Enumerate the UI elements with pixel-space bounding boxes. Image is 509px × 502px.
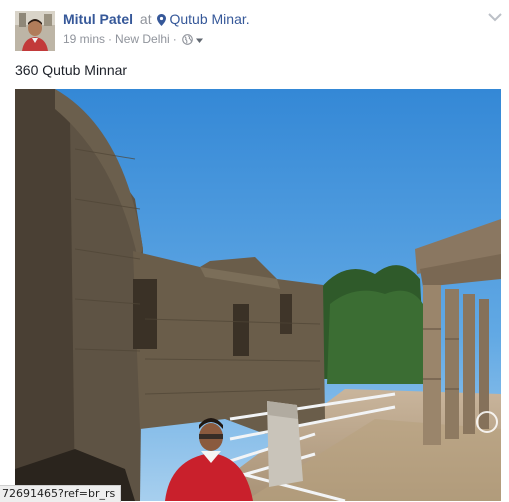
feed-post: Mitul Patel at Qutub Minar. 19 mins · New …: [0, 0, 509, 502]
timestamp[interactable]: 19 mins: [63, 32, 105, 46]
avatar[interactable]: [15, 11, 55, 51]
globe-icon[interactable]: [181, 34, 193, 45]
place-link[interactable]: New Delhi: [115, 32, 170, 46]
post-options-chevron-icon[interactable]: [487, 11, 503, 23]
360-navigation-icon[interactable]: [476, 411, 498, 433]
map-pin-icon: [157, 14, 167, 26]
meta-separator: ·: [172, 32, 177, 46]
360-photo[interactable]: [15, 89, 501, 501]
post-meta: 19 mins · New Delhi ·: [63, 32, 204, 46]
post-header: Mitul Patel at Qutub Minar.: [63, 11, 250, 27]
author-name[interactable]: Mitul Patel: [63, 11, 133, 27]
caret-down-icon[interactable]: [195, 36, 204, 45]
browser-status-url: 72691465?ref=br_rs: [0, 485, 122, 502]
meta-separator: ·: [108, 32, 113, 46]
at-label: at: [139, 11, 152, 27]
photo-scene: [15, 89, 501, 501]
location-link[interactable]: Qutub Minar.: [169, 11, 249, 27]
post-text: 360 Qutub Minnar: [15, 62, 128, 78]
profile-photo-icon: [15, 11, 55, 51]
